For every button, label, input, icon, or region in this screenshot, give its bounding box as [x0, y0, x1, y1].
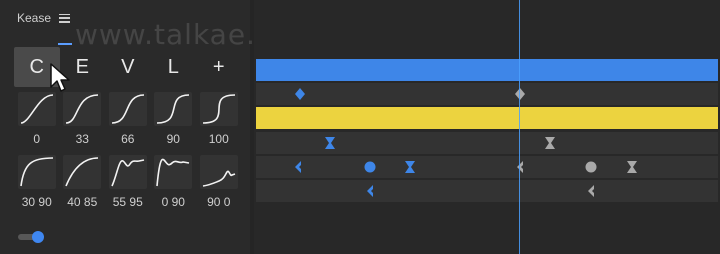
settings-toggle[interactable] [18, 231, 44, 243]
preset-overshoot-90-0[interactable]: 90 0 [196, 155, 242, 209]
preset-ease-40-85[interactable]: 40 85 [60, 155, 106, 209]
tab-v[interactable]: V [105, 47, 151, 87]
circle-keyframe-icon [585, 161, 597, 173]
hourglass-keyframe-icon [405, 161, 415, 173]
toggle-knob [32, 231, 44, 243]
ease-curve-100-icon [199, 92, 238, 126]
keyframe-track-scale [256, 132, 718, 154]
mouse-pointer-icon [50, 63, 70, 92]
keyframe[interactable] [584, 156, 598, 178]
overshoot-curve-55-95-icon [108, 155, 147, 189]
preset-label: 100 [208, 132, 229, 146]
hourglass-keyframe-icon [627, 161, 637, 173]
panel-header: Kease [17, 11, 71, 25]
preset-label: 90 0 [207, 195, 231, 209]
keyframe[interactable] [584, 180, 598, 202]
ease-curve-33-icon [63, 92, 102, 126]
diamond-keyframe-icon [515, 88, 525, 100]
keyframe-selected[interactable] [363, 156, 377, 178]
ease-curve-90-icon [154, 92, 193, 126]
kease-panel: Kease C E V L + 0 33 66 90 100 30 90 40 … [0, 0, 250, 254]
keyframe-track-mixed [256, 156, 718, 178]
preset-row: 30 90 40 85 55 95 0 90 90 0 [14, 155, 244, 209]
preset-label: 55 95 [112, 195, 143, 209]
ease-curve-30-90-icon [17, 155, 56, 189]
app-title: Kease [17, 11, 52, 25]
preset-ease-30-90[interactable]: 30 90 [14, 155, 60, 209]
ease-curve-0-icon [17, 92, 56, 126]
ease-in-keyframe-icon [517, 161, 523, 173]
preset-ease-0[interactable]: 0 [14, 92, 60, 146]
blue-layer-bar[interactable] [256, 59, 718, 81]
keyframe[interactable] [513, 156, 527, 178]
timeline-panel [254, 0, 720, 254]
preset-label: 30 90 [21, 195, 52, 209]
keyframe-selected[interactable] [293, 83, 307, 105]
tab-add[interactable]: + [196, 47, 242, 87]
yellow-layer-bar[interactable] [256, 107, 718, 129]
preset-row: 0 33 66 90 100 [14, 92, 244, 146]
preset-overshoot-0-90[interactable]: 0 90 [151, 155, 197, 209]
keyframe-selected[interactable] [403, 156, 417, 178]
preset-label: 0 90 [161, 195, 185, 209]
overshoot-curve-90-0-icon [199, 155, 238, 189]
preset-label: 0 [33, 132, 41, 146]
keyframe-selected[interactable] [323, 132, 337, 154]
keyframe-track-position [256, 83, 718, 105]
keyframe[interactable] [513, 83, 527, 105]
hourglass-keyframe-icon [545, 137, 555, 149]
preset-label: 66 [121, 132, 135, 146]
preset-overshoot-55-95[interactable]: 55 95 [105, 155, 151, 209]
keyframe[interactable] [543, 132, 557, 154]
preset-label: 90 [166, 132, 180, 146]
ease-curve-66-icon [108, 92, 147, 126]
tab-hover-indicator [58, 43, 72, 45]
ease-in-keyframe-icon [588, 185, 594, 197]
ease-in-keyframe-icon [367, 185, 373, 197]
preset-ease-66[interactable]: 66 [105, 92, 151, 146]
preset-ease-100[interactable]: 100 [196, 92, 242, 146]
ease-in-keyframe-icon [295, 161, 301, 173]
keyframe-selected[interactable] [363, 180, 377, 202]
preset-label: 40 85 [67, 195, 98, 209]
easing-presets: 0 33 66 90 100 30 90 40 85 55 95 0 90 90… [14, 92, 244, 209]
hamburger-menu-icon[interactable] [59, 13, 71, 23]
hourglass-keyframe-icon [325, 137, 335, 149]
overshoot-curve-0-90-icon [154, 155, 193, 189]
ease-curve-40-85-icon [63, 155, 102, 189]
circle-keyframe-icon [364, 161, 376, 173]
preset-ease-90[interactable]: 90 [151, 92, 197, 146]
playhead[interactable] [519, 0, 520, 254]
tab-l[interactable]: L [151, 47, 197, 87]
keyframe[interactable] [625, 156, 639, 178]
keyframe-track-opacity [256, 180, 718, 202]
keyframe-selected[interactable] [291, 156, 305, 178]
preset-ease-33[interactable]: 33 [60, 92, 106, 146]
diamond-keyframe-icon [295, 88, 305, 100]
preset-label: 33 [75, 132, 89, 146]
